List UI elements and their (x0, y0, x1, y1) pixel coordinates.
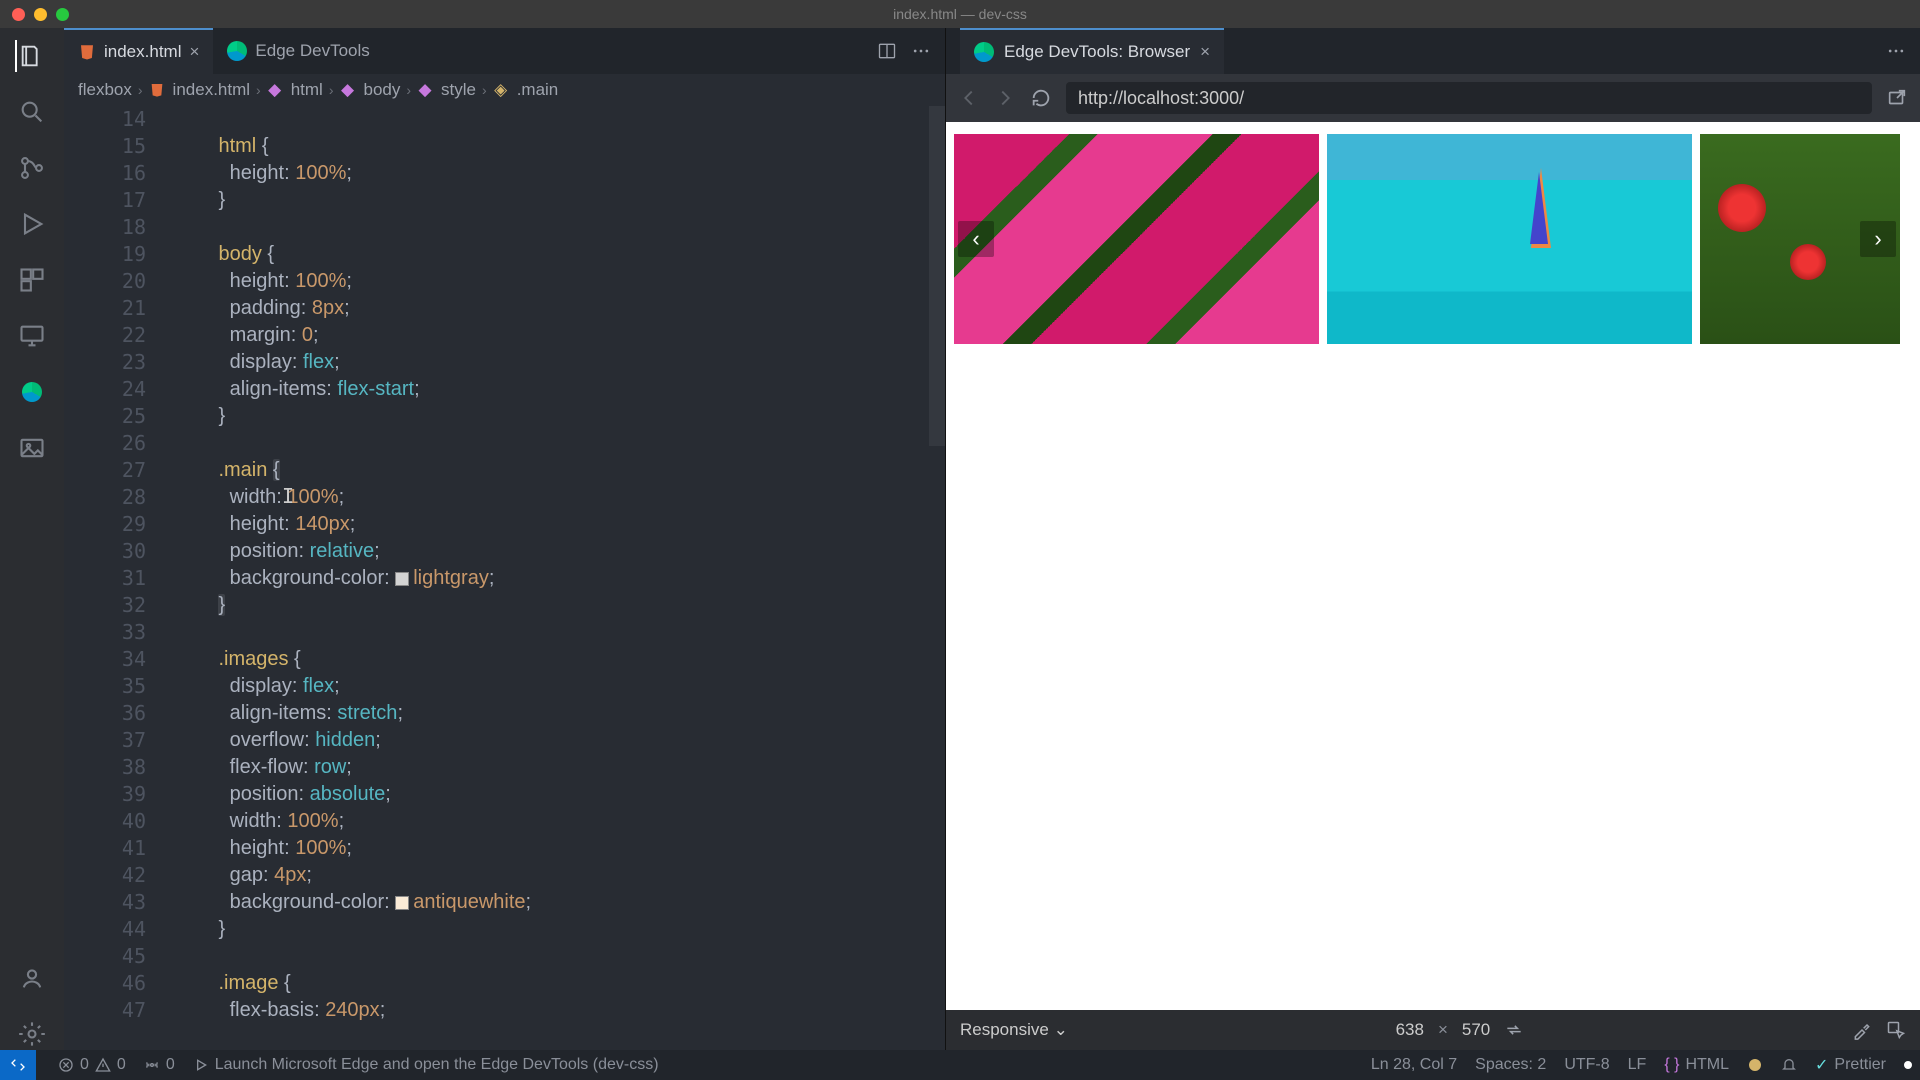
accounts-icon[interactable] (16, 962, 48, 994)
nav-forward-icon[interactable] (994, 87, 1016, 109)
breadcrumb-item[interactable]: index.html (173, 80, 250, 100)
editor-tab-actions (877, 41, 945, 61)
inspect-element-icon[interactable] (1886, 1020, 1906, 1040)
ports-button[interactable]: 0 (144, 1056, 175, 1074)
text-cursor: 𝙸 (282, 484, 294, 508)
source-control-icon[interactable] (16, 152, 48, 184)
open-external-icon[interactable] (1886, 87, 1908, 109)
close-tab-icon[interactable]: × (189, 42, 199, 62)
search-icon[interactable] (16, 96, 48, 128)
tab-devtools-browser[interactable]: Edge DevTools: Browser × (960, 28, 1224, 74)
chevron-right-icon: › (138, 82, 143, 98)
next-chevron-icon[interactable]: › (1860, 221, 1896, 257)
breadcrumb-item[interactable]: html (291, 80, 323, 100)
prettier-status[interactable]: ✓ Prettier (1815, 1055, 1886, 1075)
image-item[interactable] (1327, 134, 1692, 344)
language-mode[interactable]: { } HTML (1664, 1056, 1729, 1074)
feedback-icon[interactable] (1747, 1057, 1763, 1073)
breadcrumb-item[interactable]: style (441, 80, 476, 100)
url-input[interactable]: http://localhost:3000/ (1066, 82, 1872, 114)
minimize-window-button[interactable] (34, 8, 47, 21)
app-body: index.html × Edge DevTools flexbox › inde… (0, 28, 1920, 1050)
tab-label: Edge DevTools: Browser (1004, 42, 1190, 62)
more-actions-icon[interactable] (911, 41, 931, 61)
color-picker-icon[interactable] (1852, 1020, 1872, 1040)
edge-tools-icon[interactable] (16, 376, 48, 408)
status-bar: 0 0 0 Launch Microsoft Edge and open the… (0, 1050, 1920, 1080)
rotate-icon[interactable] (1504, 1020, 1524, 1040)
close-window-button[interactable] (12, 8, 25, 21)
more-actions-icon[interactable] (1886, 41, 1906, 61)
remote-indicator[interactable] (0, 1050, 36, 1080)
close-tab-icon[interactable]: × (1200, 42, 1210, 62)
indentation[interactable]: Spaces: 2 (1475, 1056, 1546, 1074)
device-selector[interactable]: Responsive ⌄ (960, 1020, 1068, 1040)
prettier-dot[interactable] (1904, 1061, 1912, 1069)
settings-gear-icon[interactable] (16, 1018, 48, 1050)
url-text: http://localhost:3000/ (1078, 88, 1244, 109)
breadcrumb-item[interactable]: .main (517, 80, 559, 100)
nav-back-icon[interactable] (958, 87, 980, 109)
extensions-icon[interactable] (16, 264, 48, 296)
chevron-right-icon: › (329, 82, 334, 98)
encoding[interactable]: UTF-8 (1564, 1056, 1609, 1074)
chevron-down-icon: ⌄ (1054, 1020, 1068, 1039)
breadcrumb[interactable]: flexbox› index.html› ◆html› ◆body› ◆styl… (64, 74, 945, 106)
tab-label: Edge DevTools (255, 41, 369, 61)
prev-chevron-icon[interactable]: ‹ (958, 221, 994, 257)
chevron-right-icon: › (406, 82, 411, 98)
eol[interactable]: LF (1628, 1056, 1647, 1074)
editor-pane: index.html × Edge DevTools flexbox › inde… (64, 28, 946, 1050)
activity-bar (0, 28, 64, 1050)
breadcrumb-item[interactable]: flexbox (78, 80, 132, 100)
dimension-separator: × (1438, 1020, 1448, 1040)
image-item[interactable]: › (1700, 134, 1900, 344)
viewport-height[interactable]: 570 (1462, 1020, 1490, 1040)
edge-icon (227, 41, 247, 61)
tab-index-html[interactable]: index.html × (64, 28, 213, 74)
launch-edge-hint[interactable]: Launch Microsoft Edge and open the Edge … (193, 1056, 659, 1074)
tab-edge-devtools[interactable]: Edge DevTools (213, 28, 383, 74)
zoom-window-button[interactable] (56, 8, 69, 21)
code-editor[interactable]: 14 15 html {16 height: 100%;17 }18 19 bo… (64, 106, 945, 1050)
devtools-pane: Edge DevTools: Browser × http://localhos… (946, 28, 1920, 1050)
run-debug-icon[interactable] (16, 208, 48, 240)
split-editor-icon[interactable] (877, 41, 897, 61)
chevron-right-icon: › (256, 82, 261, 98)
reload-icon[interactable] (1030, 87, 1052, 109)
viewport-width[interactable]: 638 (1396, 1020, 1424, 1040)
browser-toolbar: http://localhost:3000/ (946, 74, 1920, 122)
remote-explorer-icon[interactable] (16, 320, 48, 352)
window-title: index.html — dev-css (893, 6, 1027, 22)
cursor-position[interactable]: Ln 28, Col 7 (1371, 1056, 1457, 1074)
browser-viewport[interactable]: ‹ › (946, 122, 1920, 1010)
traffic-lights (12, 8, 69, 21)
devtools-footer: Responsive ⌄ 638 × 570 (946, 1010, 1920, 1050)
notifications-icon[interactable] (1781, 1057, 1797, 1073)
image-row: ‹ › (954, 134, 1900, 344)
breadcrumb-item[interactable]: body (364, 80, 401, 100)
explorer-icon[interactable] (15, 40, 47, 72)
chevron-right-icon: › (482, 82, 487, 98)
image-icon[interactable] (16, 432, 48, 464)
devtools-tabs: Edge DevTools: Browser × (946, 28, 1920, 74)
tab-label: index.html (104, 42, 181, 62)
editor-tabs: index.html × Edge DevTools (64, 28, 945, 74)
problems-button[interactable]: 0 0 (58, 1056, 126, 1074)
editor-split: index.html × Edge DevTools flexbox › inde… (64, 28, 1920, 1050)
image-item[interactable]: ‹ (954, 134, 1319, 344)
window-titlebar: index.html — dev-css (0, 0, 1920, 28)
edge-icon (974, 42, 994, 62)
